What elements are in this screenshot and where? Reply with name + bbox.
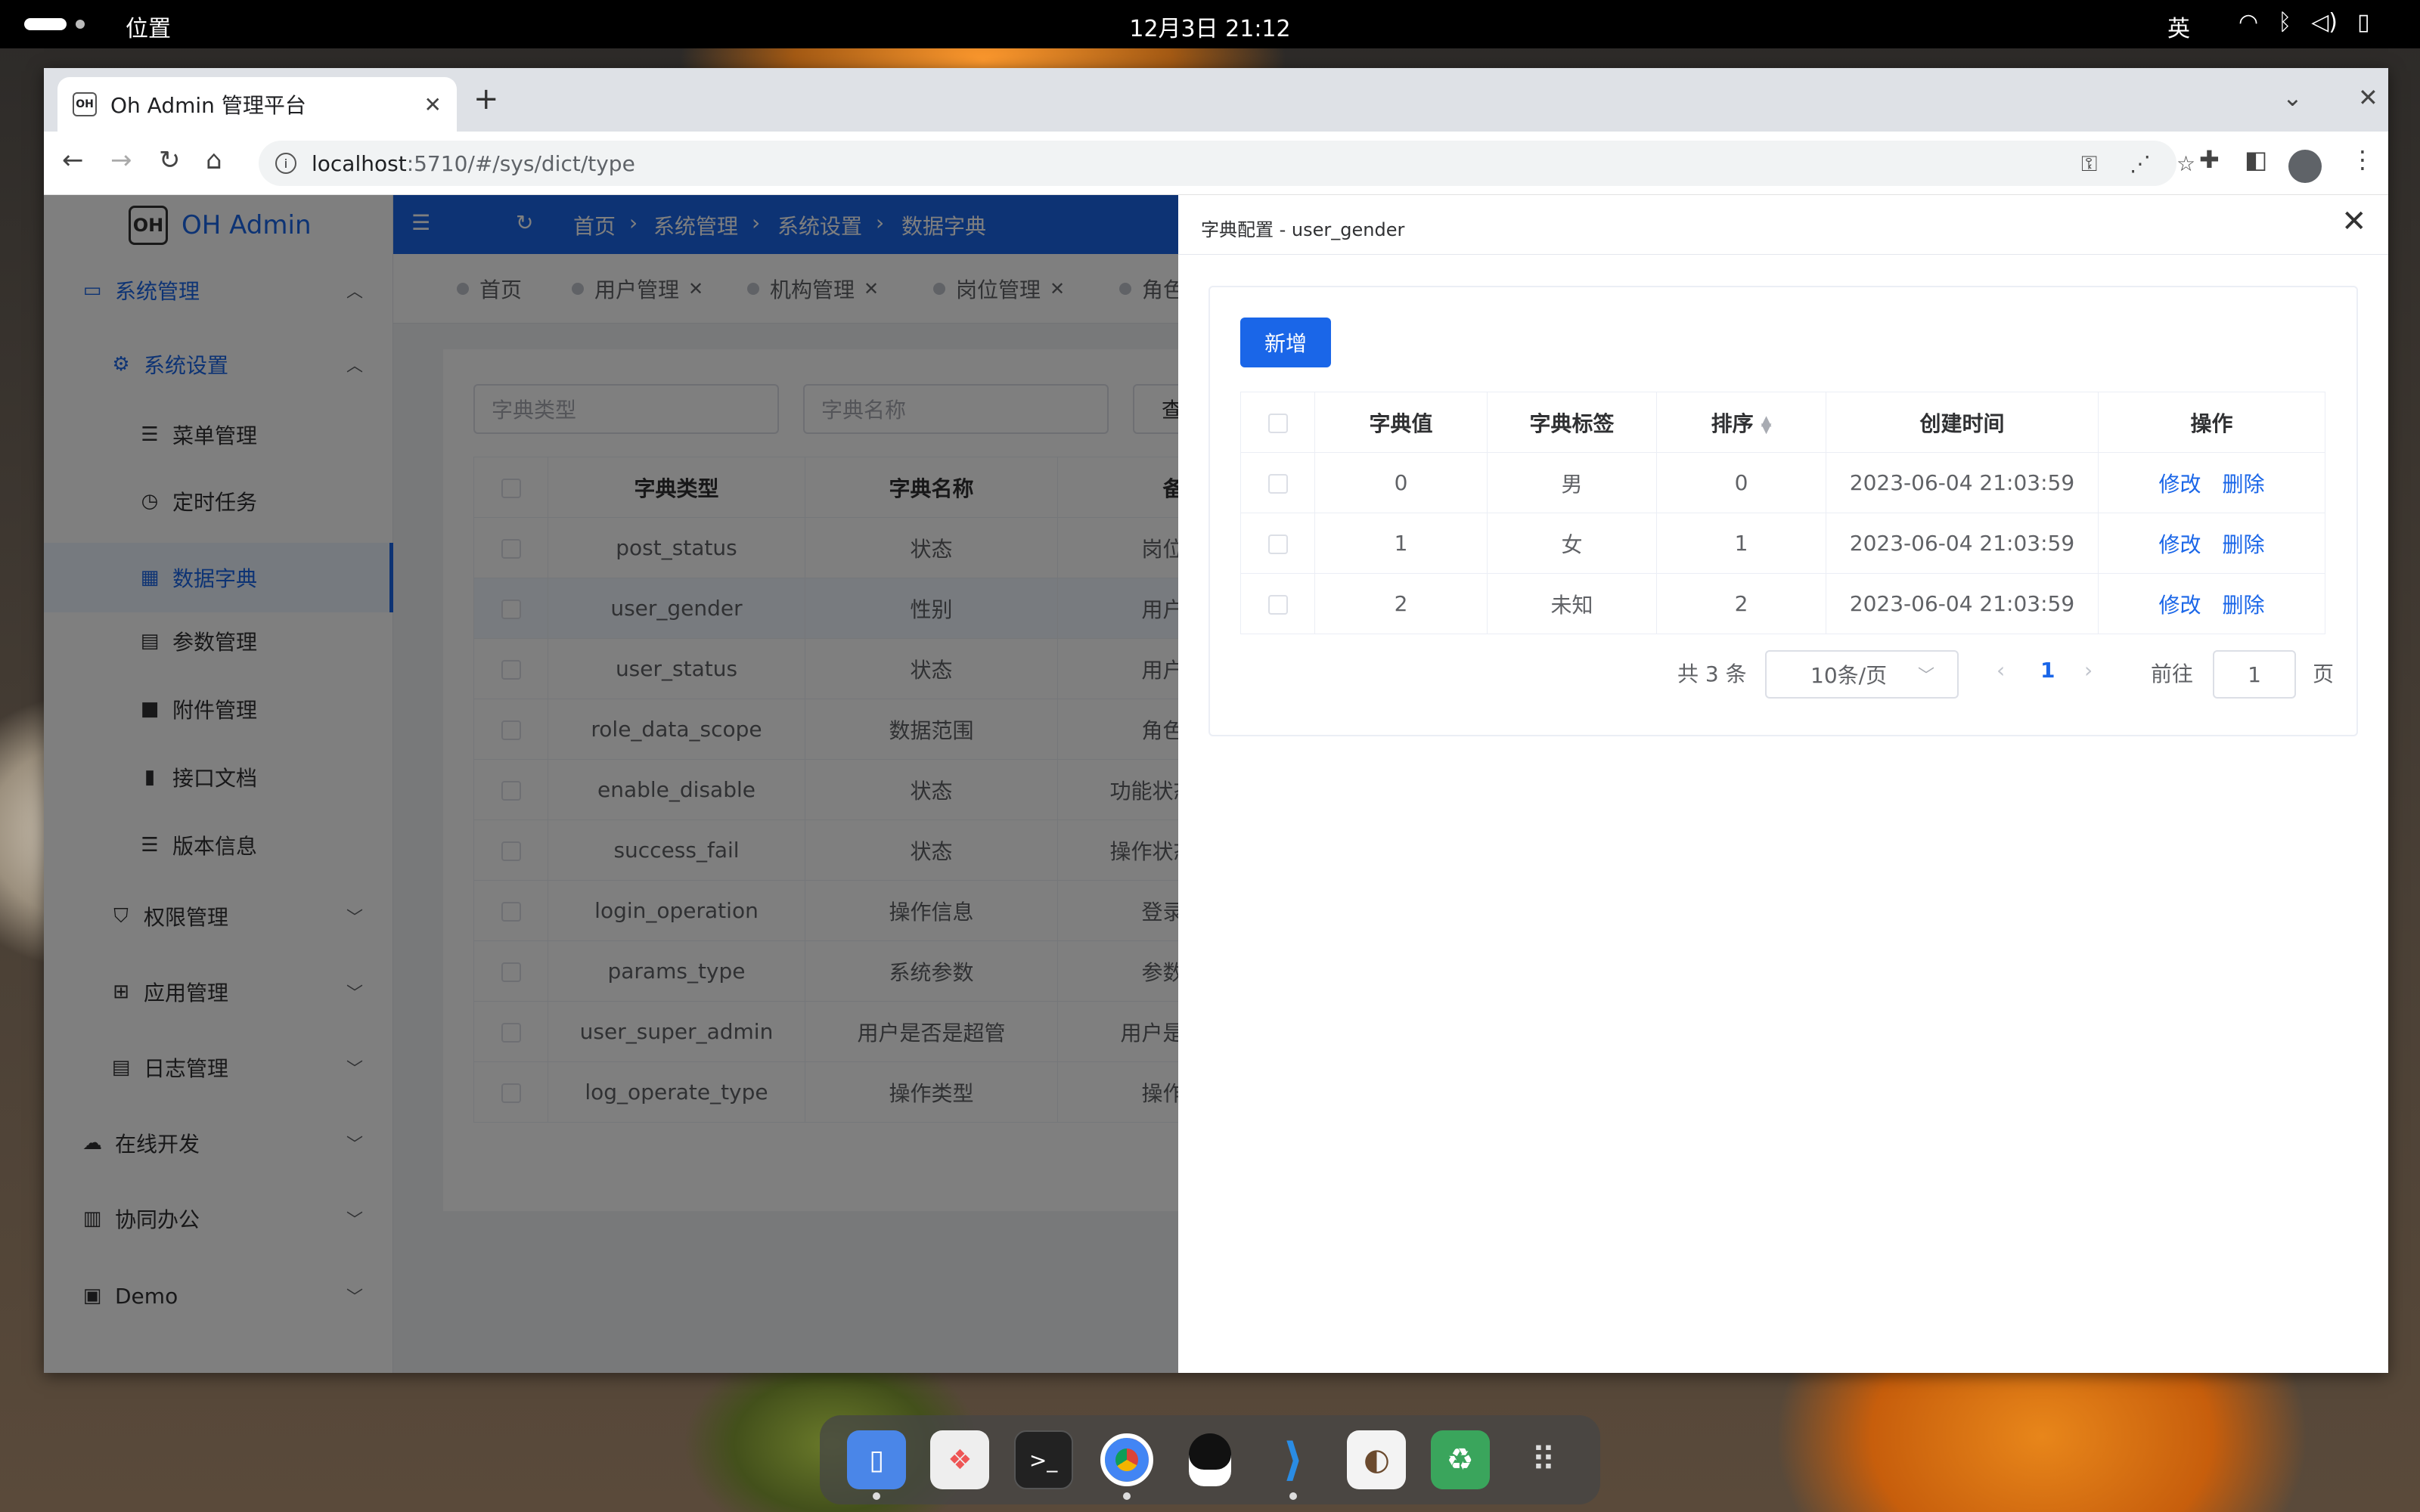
app-store-icon[interactable]: ❖: [930, 1430, 990, 1489]
drawer-close-icon[interactable]: ✕: [2341, 204, 2367, 239]
favicon-icon: OH: [73, 92, 97, 116]
cell: 未知: [1487, 573, 1657, 634]
terminal-icon[interactable]: >_: [1013, 1430, 1073, 1489]
goto-label: 前往: [2151, 662, 2194, 686]
page-size-select[interactable]: 10条/页 ﹀: [1765, 650, 1959, 699]
drawer-title: 字典配置 - user_gender: [1201, 219, 1405, 240]
delete-link[interactable]: 删除: [2223, 593, 2265, 618]
back-icon[interactable]: ←: [62, 145, 84, 175]
system-topbar: 位置 12月3日 21:12 英 ◠ ᛒ ◁) ▯: [0, 0, 2420, 48]
clock[interactable]: 12月3日 21:12: [0, 10, 2420, 43]
site-info-icon[interactable]: i: [275, 153, 296, 174]
window-close-icon[interactable]: ✕: [2358, 83, 2378, 112]
forward-icon[interactable]: →: [110, 145, 132, 175]
browser-tabstrip: OH Oh Admin 管理平台 ✕ + ⌄ ✕: [44, 68, 2388, 132]
pagination-total: 共 3 条: [1677, 662, 1747, 686]
add-button[interactable]: 新增: [1240, 318, 1331, 367]
reload-icon[interactable]: ↻: [159, 145, 181, 175]
share-icon[interactable]: ⋰: [2130, 151, 2151, 176]
close-tab-icon[interactable]: ✕: [424, 92, 442, 117]
dbeaver-icon[interactable]: ◐: [1347, 1430, 1407, 1489]
delete-link[interactable]: 删除: [2223, 532, 2265, 557]
cell: 0: [1314, 452, 1488, 513]
column-header: 字典值: [1314, 392, 1488, 453]
volume-icon: ◁): [2311, 9, 2338, 36]
table-row[interactable]: 2 未知 2 2023-06-04 21:03:59 修改 删除: [1240, 573, 2325, 634]
vscode-icon[interactable]: ⟩: [1264, 1430, 1323, 1500]
row-actions: 修改 删除: [2098, 573, 2325, 634]
extensions-icon[interactable]: ✚: [2199, 145, 2220, 174]
cell: 2023-06-04 21:03:59: [1826, 513, 2099, 574]
goto-page-input[interactable]: 1: [2213, 650, 2296, 699]
sort-icon[interactable]: ▲ ▼: [1761, 414, 1772, 435]
edit-link[interactable]: 修改: [2158, 593, 2201, 618]
app-grid-icon[interactable]: ⠿: [1514, 1430, 1573, 1489]
page-suffix: 页: [2313, 662, 2335, 686]
page-size-value: 10条/页: [1810, 663, 1888, 688]
battery-icon: ▯: [2356, 9, 2370, 36]
files-app-icon[interactable]: ▯: [847, 1430, 907, 1500]
profile-avatar[interactable]: [2288, 150, 2322, 183]
side-panel-icon[interactable]: ◧: [2245, 145, 2267, 174]
delete-link[interactable]: 删除: [2223, 472, 2265, 497]
new-tab-button[interactable]: +: [473, 82, 499, 116]
dict-config-drawer: 字典配置 - user_gender ✕ 新增 字典值 字典标签 排序 ▲ ▼ 创建…: [1178, 195, 2388, 1373]
bookmark-star-icon[interactable]: ☆: [2176, 151, 2195, 176]
sortable-column-header[interactable]: 排序 ▲ ▼: [1656, 392, 1826, 453]
admin-app: OH OH Admin ▭系统管理︿ ⚙系统设置︿ ☰菜单管理 ◷定时任务 ▦数…: [44, 195, 2388, 1373]
input-method-indicator[interactable]: 英: [2167, 10, 2190, 43]
qq-icon[interactable]: [1181, 1430, 1239, 1489]
next-page-icon[interactable]: ›: [2084, 658, 2093, 683]
cell: 女: [1487, 513, 1657, 574]
table-row[interactable]: 1 女 1 2023-06-04 21:03:59 修改 删除: [1240, 513, 2325, 574]
cell: 1: [1656, 513, 1826, 574]
cell: 0: [1656, 452, 1826, 513]
dict-data-table: 字典值 字典标签 排序 ▲ ▼ 创建时间 操作 0 男 0 2023-06-04…: [1240, 392, 2325, 634]
row-actions: 修改 删除: [2098, 452, 2325, 513]
row-actions: 修改 删除: [2098, 513, 2325, 574]
edit-link[interactable]: 修改: [2158, 472, 2201, 497]
drawer-divider: [1178, 254, 2388, 255]
column-header: 操作: [2098, 392, 2325, 453]
column-header: 创建时间: [1826, 392, 2099, 453]
home-icon[interactable]: ⌂: [206, 145, 222, 175]
key-icon[interactable]: ⚿: [2081, 151, 2097, 177]
row-checkbox[interactable]: [1240, 573, 1315, 634]
dict-data-card: 新增 字典值 字典标签 排序 ▲ ▼ 创建时间 操作 0 男 0 2023-06…: [1208, 286, 2358, 736]
chevron-down-icon: ﹀: [1917, 667, 1934, 686]
select-all-checkbox[interactable]: [1240, 392, 1315, 453]
current-page[interactable]: 1: [2040, 658, 2055, 683]
browser-tab-active[interactable]: OH Oh Admin 管理平台 ✕: [57, 77, 457, 132]
recycle-bin-icon[interactable]: ♻: [1430, 1430, 1490, 1489]
row-checkbox[interactable]: [1240, 452, 1315, 513]
address-bar[interactable]: i localhost:5710/#/sys/dict/type ⚿ ⋰ ☆: [259, 141, 2195, 186]
cell: 2: [1656, 573, 1826, 634]
dock: ▯ ❖ >_ ⟩ ◐ ♻ ⠿: [820, 1415, 1600, 1504]
browser-toolbar: ← → ↻ ⌂ i localhost:5710/#/sys/dict/type…: [44, 132, 2388, 195]
cell: 2: [1314, 573, 1488, 634]
cell: 1: [1314, 513, 1488, 574]
bluetooth-icon: ᛒ: [2278, 9, 2292, 36]
prev-page-icon[interactable]: ‹: [1996, 658, 2005, 683]
browser-menu-icon[interactable]: ⋮: [2350, 145, 2375, 174]
edit-link[interactable]: 修改: [2158, 532, 2201, 557]
cell: 2023-06-04 21:03:59: [1826, 452, 2099, 513]
url-path: :5710/#/sys/dict/type: [406, 150, 635, 176]
row-checkbox[interactable]: [1240, 513, 1315, 574]
wifi-icon: ◠: [2238, 9, 2259, 36]
chrome-icon[interactable]: [1097, 1430, 1156, 1500]
tab-title: Oh Admin 管理平台: [110, 93, 306, 118]
url-host: localhost: [312, 150, 407, 176]
browser-window: OH Oh Admin 管理平台 ✕ + ⌄ ✕ ← → ↻ ⌂ i local…: [44, 68, 2388, 1373]
cell: 2023-06-04 21:03:59: [1826, 573, 2099, 634]
system-tray[interactable]: ◠ ᛒ ◁) ▯: [2238, 9, 2369, 36]
cell: 男: [1487, 452, 1657, 513]
table-row[interactable]: 0 男 0 2023-06-04 21:03:59 修改 删除: [1240, 452, 2325, 513]
column-header: 字典标签: [1487, 392, 1657, 453]
column-header-label: 排序: [1711, 411, 1754, 436]
tab-search-icon[interactable]: ⌄: [2282, 83, 2303, 112]
